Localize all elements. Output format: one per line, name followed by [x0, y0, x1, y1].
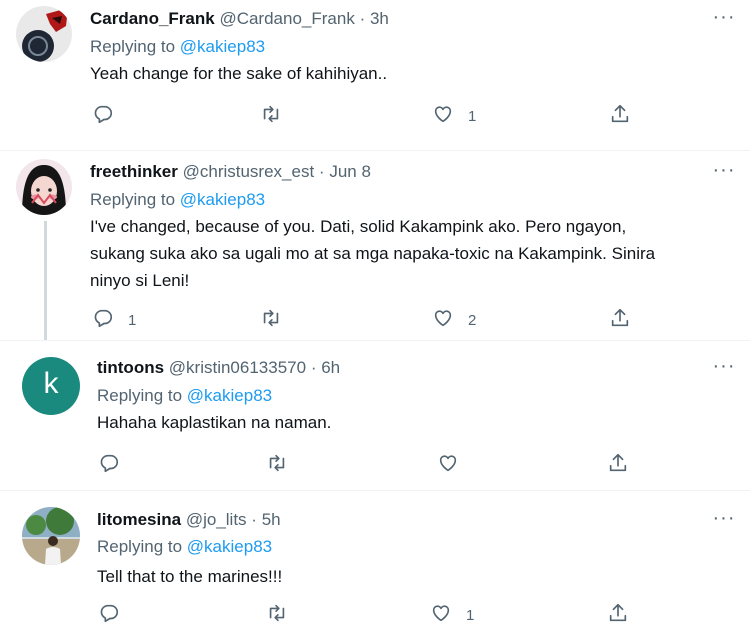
more-icon[interactable]: ···: [710, 160, 738, 185]
reply-icon: [92, 103, 114, 130]
tweet-card[interactable]: Cardano_Frank @Cardano_Frank · 3h ··· Re…: [0, 0, 750, 150]
timestamp[interactable]: Jun 8: [329, 162, 371, 181]
like-icon: [437, 452, 459, 479]
tweet-card[interactable]: freethinker @christusrex_est · Jun 8 ···…: [0, 150, 750, 341]
tweet-text-line: Yeah change for the sake of kahihiyan..: [90, 64, 388, 83]
reply-icon: [98, 452, 120, 479]
mention-link[interactable]: @kakiep83: [187, 386, 272, 405]
like-icon: [430, 602, 452, 629]
user-handle[interactable]: @christusrex_est: [183, 162, 315, 181]
more-icon[interactable]: ···: [710, 356, 738, 381]
reply-button[interactable]: [92, 102, 128, 130]
action-bar: 1 2: [0, 306, 750, 334]
tweet-text-line: Tell that to the marines!!!: [97, 567, 283, 586]
reply-button[interactable]: [98, 451, 134, 479]
timestamp[interactable]: 3h: [370, 9, 389, 28]
retweet-icon: [260, 307, 282, 334]
replying-to: Replying to @kakiep83: [90, 189, 265, 211]
tweet-header: litomesina @jo_lits · 5h: [97, 509, 281, 531]
share-icon: [609, 103, 631, 130]
action-bar: [0, 451, 750, 479]
tweet-text: Yeah change for the sake of kahihiyan..: [90, 60, 730, 87]
more-icon[interactable]: ···: [710, 508, 738, 533]
tweet-text: I've changed, because of you. Dati, soli…: [90, 213, 730, 294]
display-name[interactable]: litomesina: [97, 510, 181, 529]
like-button[interactable]: 1: [432, 102, 476, 130]
more-icon[interactable]: ···: [710, 7, 738, 32]
share-icon: [609, 307, 631, 334]
like-icon: [432, 103, 454, 130]
display-name[interactable]: freethinker: [90, 162, 178, 181]
retweet-button[interactable]: [266, 601, 302, 629]
reply-button[interactable]: [98, 601, 134, 629]
avatar[interactable]: [16, 6, 72, 62]
timestamp[interactable]: 6h: [321, 358, 340, 377]
replying-to: Replying to @kakiep83: [90, 36, 265, 58]
replying-to-label: Replying to: [90, 37, 176, 56]
retweet-button[interactable]: [260, 306, 296, 334]
replying-to: Replying to @kakiep83: [97, 536, 272, 558]
like-button[interactable]: 1: [430, 601, 474, 629]
retweet-button[interactable]: [260, 102, 296, 130]
action-bar: 1: [0, 601, 750, 629]
avatar[interactable]: [22, 507, 80, 565]
reply-count: 1: [128, 311, 137, 329]
tweet-text-line: I've changed, because of you. Dati, soli…: [90, 217, 627, 236]
replying-to: Replying to @kakiep83: [97, 385, 272, 407]
like-count: 1: [468, 107, 477, 125]
reply-icon: [92, 307, 114, 334]
tweet-card[interactable]: k tintoons @kristin06133570 · 6h ··· Rep…: [0, 340, 750, 491]
retweet-icon: [266, 452, 288, 479]
separator-dot: ·: [310, 358, 317, 377]
like-button[interactable]: 2: [432, 306, 476, 334]
reply-icon: [98, 602, 120, 629]
mention-link[interactable]: @kakiep83: [180, 190, 265, 209]
like-count: 1: [466, 606, 475, 624]
retweet-button[interactable]: [266, 451, 302, 479]
tweet-text-line: ninyo si Leni!: [90, 271, 190, 290]
display-name[interactable]: Cardano_Frank: [90, 9, 215, 28]
like-button[interactable]: [437, 451, 473, 479]
avatar-letter: k: [43, 367, 59, 400]
user-handle[interactable]: @jo_lits: [186, 510, 247, 529]
retweet-icon: [260, 103, 282, 130]
tweet-header: freethinker @christusrex_est · Jun 8: [90, 161, 371, 183]
display-name[interactable]: tintoons: [97, 358, 164, 377]
like-count: 2: [468, 311, 477, 329]
replying-to-label: Replying to: [97, 386, 183, 405]
like-icon: [432, 307, 454, 334]
timestamp[interactable]: 5h: [262, 510, 281, 529]
mention-link[interactable]: @kakiep83: [187, 537, 272, 556]
avatar[interactable]: k: [22, 357, 80, 415]
share-button[interactable]: [609, 102, 631, 130]
replying-to-label: Replying to: [97, 537, 183, 556]
share-button[interactable]: [607, 601, 629, 629]
retweet-icon: [266, 602, 288, 629]
user-handle[interactable]: @kristin06133570: [169, 358, 306, 377]
share-icon: [607, 602, 629, 629]
tweet-header: Cardano_Frank @Cardano_Frank · 3h: [90, 8, 389, 30]
tweet-text-line: Hahaha kaplastikan na naman.: [97, 413, 332, 432]
share-button[interactable]: [609, 306, 631, 334]
user-handle[interactable]: @Cardano_Frank: [219, 9, 354, 28]
tweet-text: Tell that to the marines!!!: [97, 563, 737, 590]
replying-to-label: Replying to: [90, 190, 176, 209]
separator-dot: ·: [359, 9, 366, 28]
share-icon: [607, 452, 629, 479]
tweet-text: Hahaha kaplastikan na naman.: [97, 409, 737, 436]
tweet-card[interactable]: litomesina @jo_lits · 5h ··· Replying to…: [0, 490, 750, 635]
tweet-text-line: sukang suka ako sa ugali mo at sa mga na…: [90, 244, 656, 263]
tweet-header: tintoons @kristin06133570 · 6h: [97, 357, 340, 379]
mention-link[interactable]: @kakiep83: [180, 37, 265, 56]
separator-dot: ·: [251, 510, 257, 529]
action-bar: 1: [0, 102, 750, 130]
avatar[interactable]: [16, 159, 72, 215]
reply-button[interactable]: 1: [92, 306, 136, 334]
share-button[interactable]: [607, 451, 629, 479]
separator-dot: ·: [318, 162, 325, 181]
